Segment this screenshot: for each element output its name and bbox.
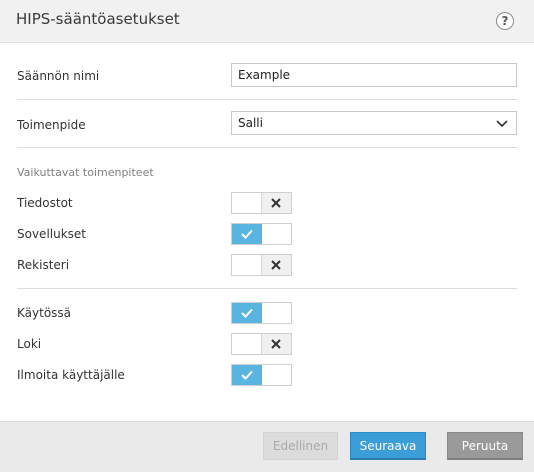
close-icon xyxy=(271,198,281,208)
back-button[interactable]: Edellinen xyxy=(263,432,338,460)
check-icon xyxy=(241,308,253,318)
dialog-header: HIPS-sääntöasetukset ? xyxy=(0,0,534,43)
toggle-log[interactable] xyxy=(231,333,292,355)
toggle-label-log: Loki xyxy=(17,337,42,351)
toggle-label-files: Tiedostot xyxy=(17,196,73,210)
affected-operations-heading: Vaikuttavat toimenpiteet xyxy=(17,166,154,179)
close-icon xyxy=(271,260,281,270)
toggle-label-enabled: Käytössä xyxy=(17,306,72,320)
help-icon[interactable]: ? xyxy=(496,12,514,30)
toggle-registry[interactable] xyxy=(231,254,292,276)
toggle-enabled[interactable] xyxy=(231,302,292,324)
cancel-button[interactable]: Peruuta xyxy=(447,432,523,460)
rule-name-input[interactable] xyxy=(231,63,517,87)
toggle-label-notify-user: Ilmoita käyttäjälle xyxy=(17,368,125,382)
divider xyxy=(17,99,517,100)
action-select[interactable]: Salli xyxy=(231,111,517,135)
divider xyxy=(17,288,517,289)
toggle-label-registry: Rekisteri xyxy=(17,258,70,272)
toggle-label-applications: Sovellukset xyxy=(17,227,87,241)
dialog-title: HIPS-sääntöasetukset xyxy=(16,10,180,28)
toggle-applications[interactable] xyxy=(231,223,292,245)
action-select-value: Salli xyxy=(238,116,263,130)
check-icon xyxy=(241,370,253,380)
close-icon xyxy=(271,339,281,349)
rule-name-label: Säännön nimi xyxy=(17,69,100,83)
action-label: Toimenpide xyxy=(17,118,86,132)
chevron-down-icon xyxy=(496,120,508,128)
next-button[interactable]: Seuraava xyxy=(350,432,426,460)
divider xyxy=(17,147,517,148)
check-icon xyxy=(241,229,253,239)
toggle-files[interactable] xyxy=(231,192,292,214)
toggle-notify-user[interactable] xyxy=(231,364,292,386)
